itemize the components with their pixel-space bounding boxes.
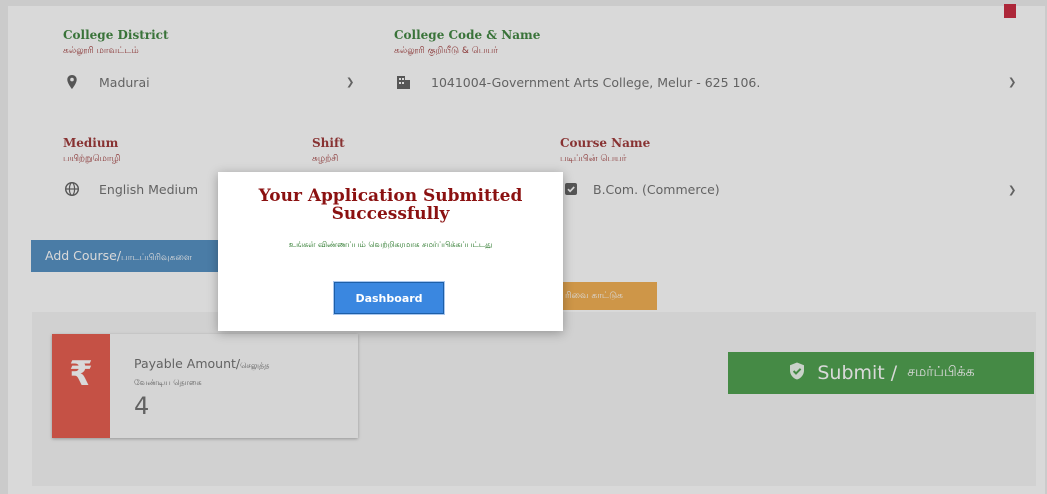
modal-message: உங்கள் விண்ணப்பம் வெற்றிகரமாக சமர்ப்பிக்… <box>288 240 493 249</box>
dashboard-button[interactable]: Dashboard <box>334 282 444 314</box>
success-modal: Your Application Submitted Successfully … <box>218 172 563 331</box>
modal-title: Your Application Submitted Successfully <box>258 186 523 224</box>
